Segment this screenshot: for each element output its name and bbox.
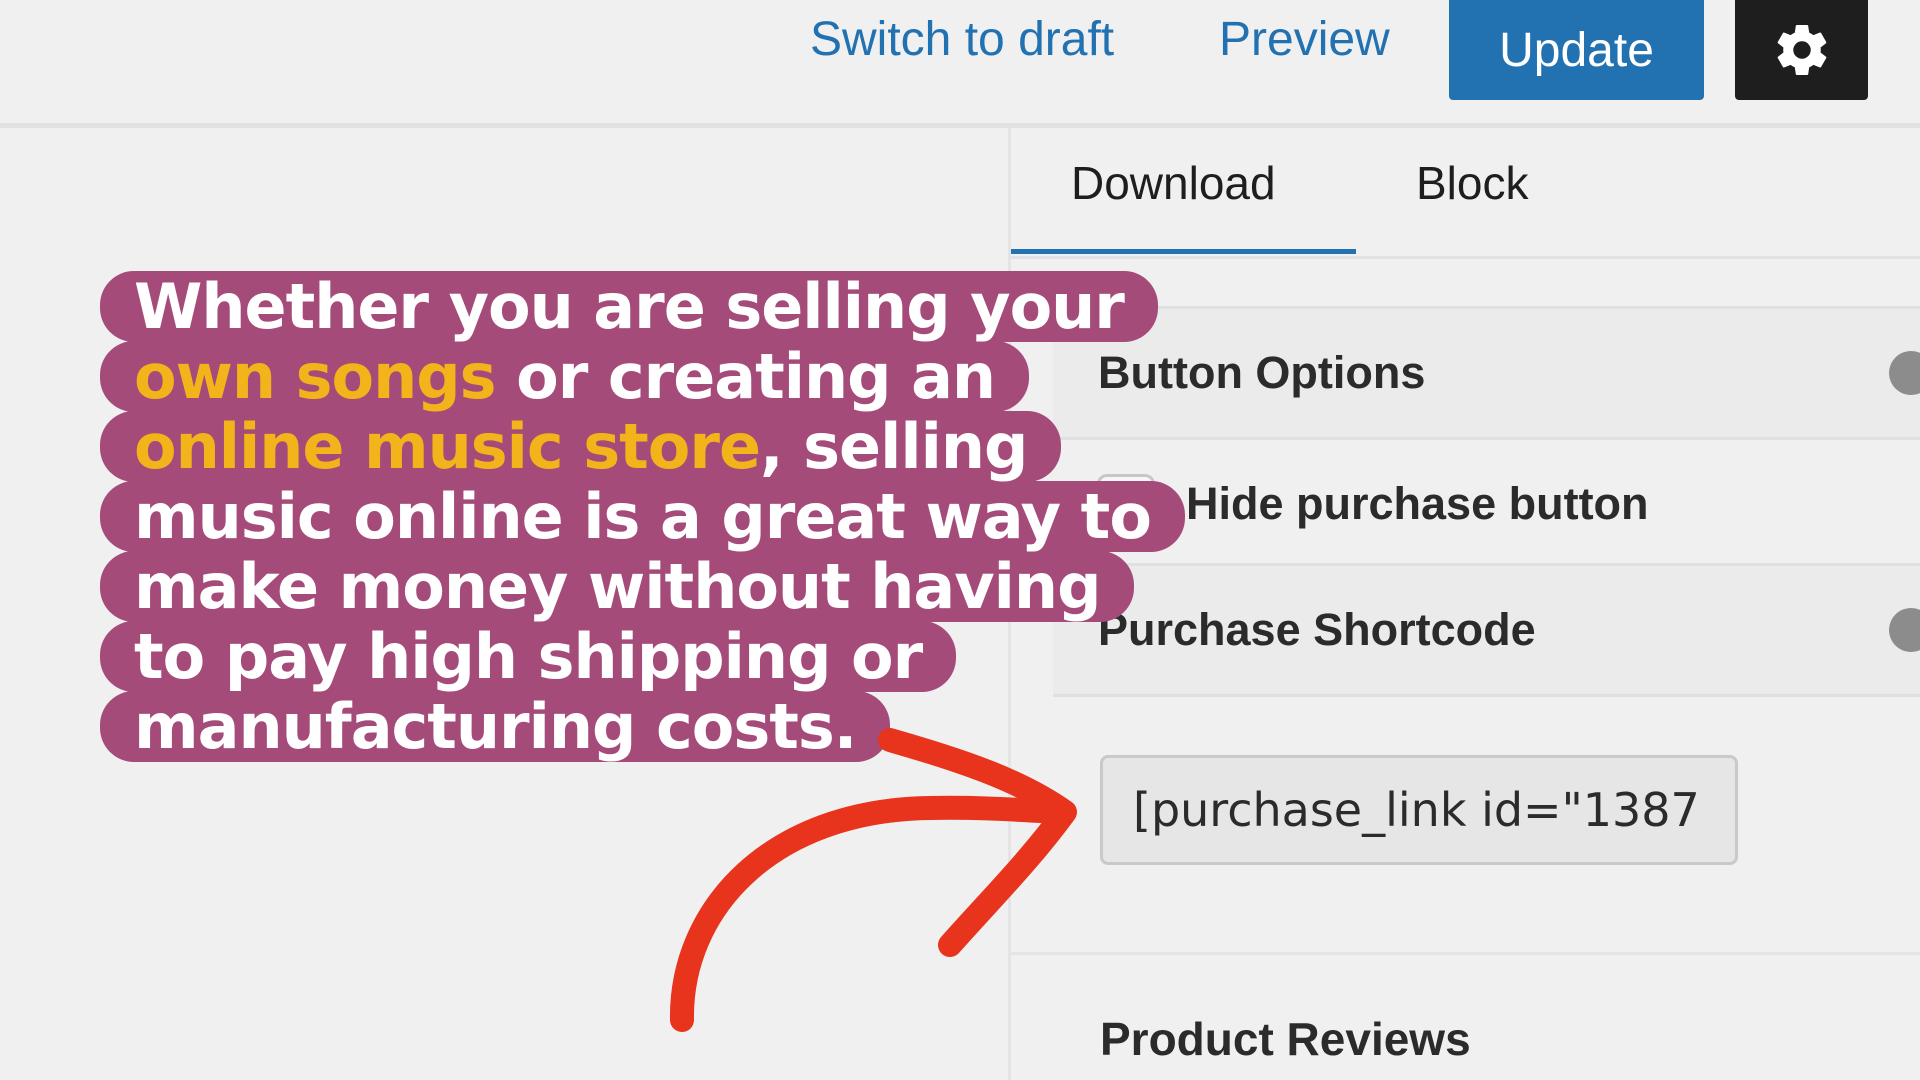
- button-options-title: Button Options: [1098, 347, 1426, 398]
- editor-top-toolbar: Switch to draft Preview Update: [0, 0, 1920, 128]
- sidebar-tabs: Download Block: [1011, 128, 1920, 259]
- caption-text: to pay high shipping or: [134, 620, 923, 693]
- caption-text: music online is a great way to: [134, 480, 1152, 553]
- purchase-shortcode-input[interactable]: [1100, 755, 1738, 865]
- gear-icon: [1777, 24, 1826, 75]
- tab-download[interactable]: Download: [1071, 156, 1276, 210]
- settings-button[interactable]: [1735, 0, 1868, 100]
- caption-text: Whether you are selling your: [134, 270, 1125, 343]
- active-tab-indicator: [1011, 249, 1356, 254]
- button-options-toggle-icon[interactable]: [1889, 351, 1920, 395]
- tab-block[interactable]: Block: [1416, 156, 1528, 210]
- caption-line: online music store, selling: [100, 410, 1062, 483]
- caption-line: music online is a great way to: [100, 481, 1185, 552]
- caption-text: , selling: [760, 410, 1028, 483]
- purchase-shortcode-panel[interactable]: Purchase Shortcode: [1053, 563, 1920, 697]
- update-button[interactable]: Update: [1449, 0, 1704, 100]
- product-reviews-title[interactable]: Product Reviews: [1100, 1012, 1471, 1066]
- caption-text: make money without having: [134, 550, 1101, 623]
- purchase-shortcode-toggle-icon[interactable]: [1889, 608, 1920, 652]
- preview-button[interactable]: Preview: [1219, 8, 1390, 72]
- hide-purchase-button-label: Hide purchase button: [1186, 478, 1649, 529]
- annotation-arrow: [669, 728, 1077, 1032]
- switch-to-draft-button[interactable]: Switch to draft: [810, 8, 1114, 72]
- caption-line: to pay high shipping or: [100, 620, 957, 693]
- caption-line: Whether you are selling your: [100, 271, 1158, 342]
- arrow-shaft: [669, 795, 1072, 1032]
- purchase-shortcode-title: Purchase Shortcode: [1098, 604, 1536, 655]
- caption-highlight: online music store: [134, 410, 761, 483]
- arrow-head: [878, 728, 1077, 957]
- caption-text: or creating an: [495, 340, 996, 413]
- section-divider: [1008, 952, 1920, 955]
- caption-line: own songs or creating an: [100, 340, 1030, 413]
- caption-line: make money without having: [100, 550, 1135, 623]
- overlay-caption: Whether you are selling your own songs or…: [100, 271, 1185, 762]
- button-options-panel[interactable]: Button Options: [1053, 306, 1920, 440]
- caption-highlight: own songs: [134, 340, 497, 413]
